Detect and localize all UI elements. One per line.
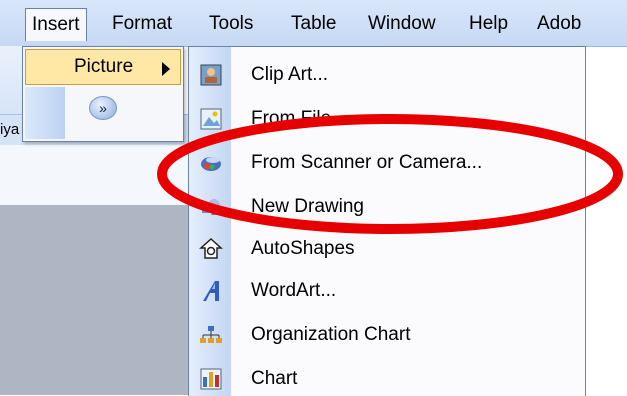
menu-item-picture-label: Picture (74, 56, 134, 77)
menu-insert-label: Insert (32, 14, 80, 35)
menu-adobe[interactable]: Adob (537, 8, 581, 40)
menu-tools-label: Tools (209, 13, 254, 34)
menu-adobe-label: Adob (537, 13, 582, 34)
expand-menu-chevron-icon[interactable]: » (89, 96, 117, 120)
menu-help-label: Help (469, 13, 509, 34)
menu-table-label: Table (291, 13, 337, 34)
menu-item-organization-chart[interactable]: Organization Chart (251, 323, 410, 347)
organization-chart-icon (199, 323, 223, 347)
wordart-icon (199, 279, 223, 303)
submenu-arrow-icon (162, 62, 170, 76)
menu-icon-column (25, 87, 65, 139)
clip-art-icon (199, 63, 223, 87)
menu-item-picture[interactable]: Picture (25, 49, 181, 85)
highlight-ellipse (157, 114, 623, 234)
menu-help[interactable]: Help (469, 8, 508, 40)
menu-insert[interactable]: Insert (25, 8, 87, 41)
chart-icon (199, 367, 223, 391)
menu-item-wordart[interactable]: WordArt... (251, 279, 336, 303)
menu-format[interactable]: Format (112, 8, 172, 40)
menu-window[interactable]: Window (368, 8, 436, 40)
menu-window-label: Window (368, 13, 436, 34)
menu-format-label: Format (112, 13, 173, 34)
menu-item-clip-art[interactable]: Clip Art... (251, 63, 328, 87)
menu-tools[interactable]: Tools (209, 8, 253, 40)
menu-item-chart[interactable]: Chart (251, 367, 297, 391)
menu-item-autoshapes[interactable]: AutoShapes (251, 237, 355, 261)
autoshapes-icon (199, 237, 223, 261)
menu-table[interactable]: Table (291, 8, 336, 40)
